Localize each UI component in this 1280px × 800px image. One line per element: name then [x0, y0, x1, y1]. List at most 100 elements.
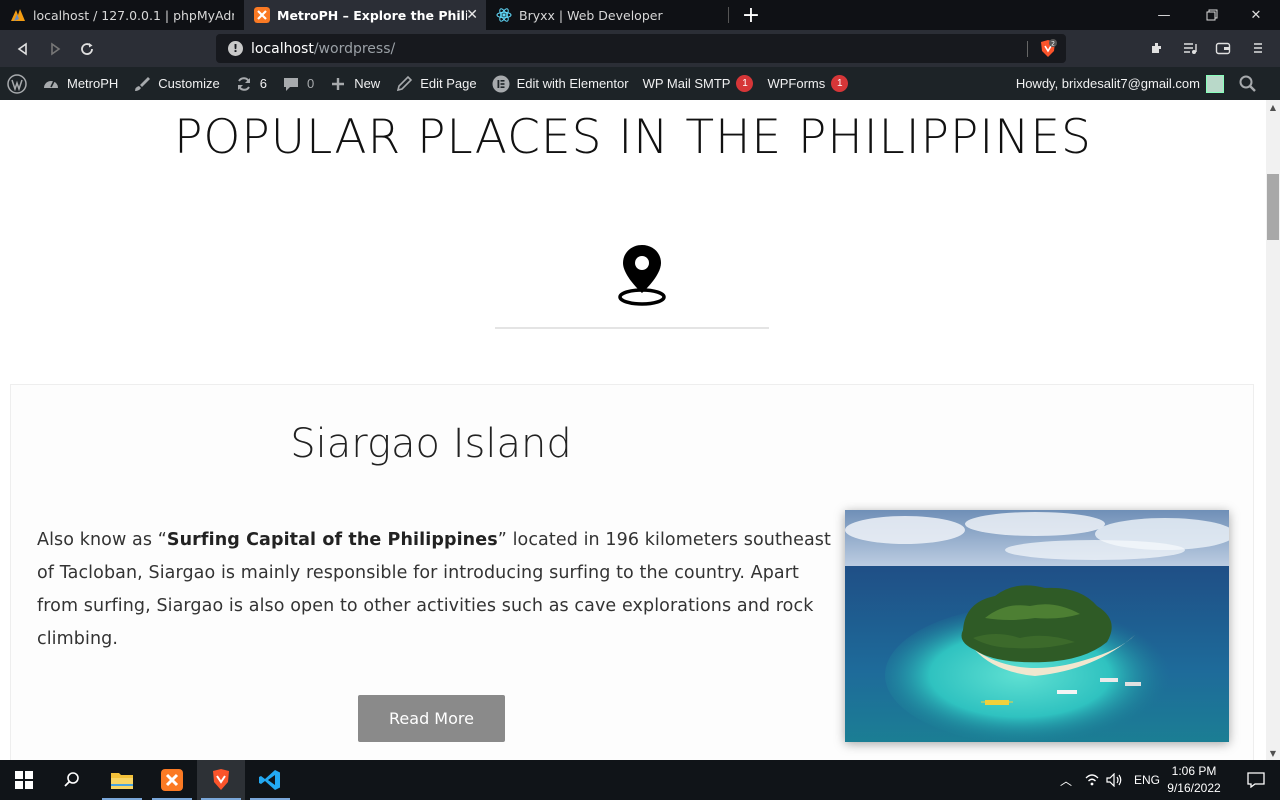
start-button[interactable] [0, 760, 48, 800]
elementor-icon [492, 75, 510, 92]
shield-count: 2 [1051, 41, 1055, 48]
brave-shield-icon[interactable]: 2 [1038, 39, 1058, 59]
site-name: MetroPH [67, 76, 119, 91]
search-icon [64, 772, 79, 787]
minimize-icon[interactable]: — [1140, 0, 1188, 30]
vscode-taskbar-button[interactable] [246, 760, 294, 800]
comments-count: 0 [306, 76, 315, 91]
tab-label: MetroPH – Explore the Philippines [277, 7, 467, 23]
place-description: Also know as “Surfing Capital of the Phi… [37, 524, 837, 656]
site-name-menu[interactable]: MetroPH [34, 67, 125, 100]
taskbar-search-button[interactable] [48, 760, 96, 800]
tab-label: localhost / 127.0.0.1 | phpMyAdmin 5. [33, 7, 234, 23]
updates-link[interactable]: 6 [227, 67, 274, 100]
brave-taskbar-button[interactable] [197, 760, 245, 800]
comment-icon [283, 77, 298, 91]
folder-icon [111, 773, 133, 789]
section-divider [495, 327, 769, 329]
volume-icon[interactable] [1106, 773, 1124, 787]
customize-link[interactable]: Customize [125, 67, 226, 100]
scroll-down-icon[interactable]: ▼ [1266, 746, 1280, 760]
notifications-button[interactable] [1232, 760, 1280, 800]
react-icon [496, 8, 512, 22]
playlist-icon[interactable] [1180, 38, 1200, 58]
new-label: New [354, 76, 381, 91]
tab-bryxx[interactable]: Bryxx | Web Developer [486, 0, 729, 30]
address-bar[interactable]: ! localhost/wordpress/ 2 [216, 34, 1066, 63]
close-icon[interactable]: ✕ [466, 7, 478, 23]
url-host: localhost [251, 40, 314, 57]
updates-count: 6 [259, 76, 267, 91]
brush-icon [135, 76, 151, 91]
extensions-icon[interactable] [1147, 38, 1167, 58]
wp-logo-menu[interactable] [0, 67, 34, 100]
phpmyadmin-icon [11, 9, 25, 21]
restore-icon[interactable] [1188, 0, 1236, 30]
wordpress-icon [7, 73, 27, 94]
read-more-button[interactable]: Read More [358, 695, 505, 742]
notification-icon [1247, 772, 1265, 788]
my-account-menu[interactable]: Howdy, brixdesalit7@gmail.com [1016, 67, 1224, 100]
plus-icon [332, 77, 345, 90]
wpforms-link[interactable]: WPForms 1 [760, 67, 855, 100]
browser-tab-strip: localhost / 127.0.0.1 | phpMyAdmin 5. Me… [0, 0, 1280, 30]
notification-badge: 1 [831, 75, 849, 92]
description-highlight: Surfing Capital of the Philippines [166, 530, 498, 550]
omnibox-divider [1027, 41, 1028, 57]
file-explorer-button[interactable] [98, 760, 146, 800]
browser-toolbar: ! localhost/wordpress/ 2 [0, 30, 1280, 67]
vscode-icon [259, 770, 280, 790]
place-card: Siargao Island Also know as “Surfing Cap… [10, 384, 1254, 760]
menu-icon[interactable] [1248, 38, 1268, 58]
site-info-icon[interactable]: ! [228, 41, 243, 56]
wp-admin-bar: MetroPH Customize 6 0 New Edit Page Edit… [0, 67, 1280, 100]
location-pin-icon [618, 245, 666, 306]
pencil-icon [397, 75, 413, 91]
windows-taskbar: ︿ ENG 1:06 PM 9/16/2022 [0, 760, 1280, 800]
new-tab-button[interactable]: + [729, 0, 773, 30]
tab-phpmyadmin[interactable]: localhost / 127.0.0.1 | phpMyAdmin 5. [0, 0, 244, 30]
section-title: POPULAR PLACES IN THE PHILIPPINES [174, 110, 1092, 165]
edit-page-label: Edit Page [420, 76, 477, 91]
close-window-icon[interactable]: ✕ [1232, 0, 1280, 30]
clock-date: 9/16/2022 [1167, 781, 1221, 795]
url-path: /wordpress/ [313, 40, 396, 57]
comments-link[interactable]: 0 [274, 67, 321, 100]
back-icon[interactable] [10, 36, 36, 62]
new-content-menu[interactable]: New [321, 67, 387, 100]
scroll-up-icon[interactable]: ▲ [1266, 100, 1280, 114]
howdy-label: Howdy, brixdesalit7@gmail.com [1015, 76, 1200, 91]
edit-elementor-link[interactable]: Edit with Elementor [484, 67, 636, 100]
xampp-taskbar-button[interactable] [148, 760, 196, 800]
search-icon[interactable] [1238, 74, 1258, 94]
description-text: Also know as “ [37, 530, 167, 550]
system-tray: ︿ ENG [1058, 760, 1160, 800]
updates-icon [237, 76, 250, 91]
xampp-icon [161, 769, 183, 791]
dashboard-icon [44, 80, 58, 88]
wp-mail-smtp-label: WP Mail SMTP [642, 76, 731, 91]
siargao-island-image[interactable] [845, 510, 1229, 742]
xampp-icon [254, 7, 270, 23]
scrollbar-thumb[interactable] [1267, 174, 1279, 240]
reload-icon[interactable] [74, 36, 100, 62]
wp-mail-smtp-link[interactable]: WP Mail SMTP 1 [636, 67, 761, 100]
windows-icon [15, 771, 33, 789]
customize-label: Customize [158, 76, 220, 91]
clock[interactable]: 1:06 PM 9/16/2022 [1160, 763, 1228, 797]
avatar [1206, 74, 1224, 93]
tab-label: Bryxx | Web Developer [519, 7, 663, 23]
edit-elementor-label: Edit with Elementor [516, 76, 629, 91]
language-indicator[interactable]: ENG [1134, 773, 1160, 787]
chevron-up-icon[interactable]: ︿ [1058, 772, 1074, 789]
edit-page-link[interactable]: Edit Page [387, 67, 483, 100]
clock-time: 1:06 PM [1171, 764, 1217, 778]
place-title: Siargao Island [290, 421, 572, 467]
wpforms-label: WPForms [767, 76, 826, 91]
wifi-icon[interactable] [1084, 773, 1100, 787]
forward-icon[interactable] [42, 36, 68, 62]
tab-metroph[interactable]: MetroPH – Explore the Philippines ✕ [244, 0, 486, 30]
page-viewport: POPULAR PLACES IN THE PHILIPPINES Siarga… [0, 100, 1266, 760]
wallet-icon[interactable] [1213, 38, 1233, 58]
notification-badge: 1 [736, 75, 754, 92]
